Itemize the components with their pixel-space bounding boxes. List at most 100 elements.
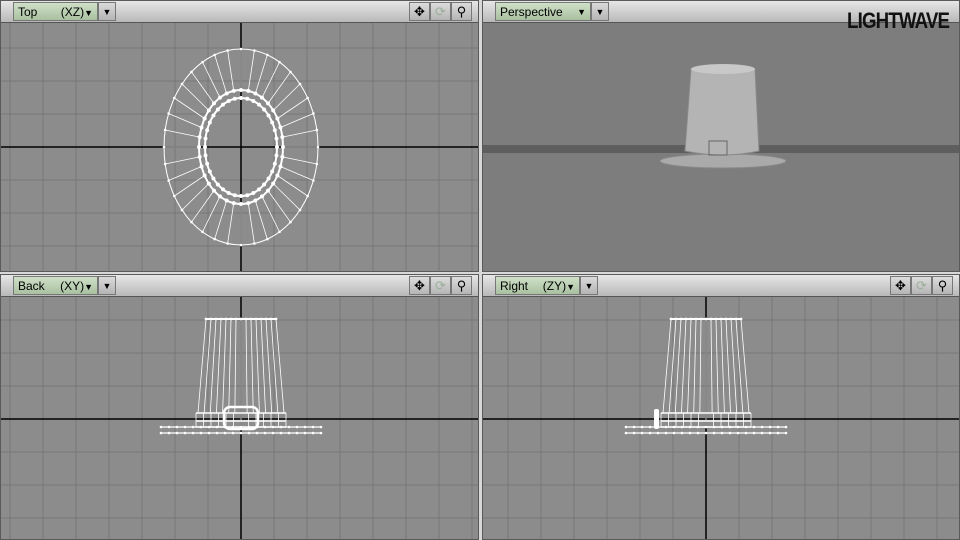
wire-edge <box>254 54 268 94</box>
lightwave-logo: LIGHTWAVE <box>846 8 950 33</box>
vertex <box>159 431 163 435</box>
viewport-header: Right (ZY)▼ ▼ ✥ ⟳ ⚲ <box>483 275 959 297</box>
rotate-view-icon[interactable]: ⟳ <box>911 276 932 295</box>
hat-brim <box>659 153 787 169</box>
vertex <box>672 431 676 435</box>
options-dropdown[interactable]: ▼ <box>98 2 116 21</box>
vertex <box>319 425 323 429</box>
viewport-right[interactable]: Right (ZY)▼ ▼ ✥ ⟳ ⚲ <box>482 274 960 540</box>
vertex <box>696 425 700 429</box>
vertex <box>199 425 203 429</box>
chevron-down-icon: ▼ <box>566 281 575 292</box>
vertex <box>712 425 716 429</box>
right-view-canvas[interactable] <box>483 297 960 540</box>
vertex <box>287 431 291 435</box>
vertex <box>303 425 307 429</box>
buckle <box>654 409 659 429</box>
wire-edge <box>222 318 227 414</box>
vertex <box>784 425 788 429</box>
vertex <box>640 425 644 429</box>
view-type-dropdown[interactable]: Perspective ▼ <box>495 2 591 21</box>
wire-edge <box>202 196 221 233</box>
move-view-icon[interactable]: ✥ <box>409 276 430 295</box>
wire-edge <box>282 156 317 165</box>
zoom-view-icon[interactable]: ⚲ <box>932 276 953 295</box>
vertex <box>624 425 628 429</box>
vertex <box>311 431 315 435</box>
vertex <box>263 425 267 429</box>
vertex <box>744 431 748 435</box>
vertex <box>672 425 676 429</box>
wire-edge <box>280 113 314 128</box>
wire-edge <box>165 129 200 138</box>
vertex <box>271 431 275 435</box>
vertex <box>295 425 299 429</box>
vertex <box>704 425 708 429</box>
hat-top <box>691 64 755 74</box>
vertex <box>776 431 780 435</box>
vertex <box>271 425 275 429</box>
wire-edge <box>265 318 273 414</box>
wire-edge <box>234 318 237 414</box>
wire-edge <box>209 318 217 414</box>
wire-edge <box>681 318 687 414</box>
wire-edge <box>261 196 280 233</box>
wire-edge <box>174 97 205 119</box>
vertex <box>255 431 259 435</box>
wire-edge <box>227 203 235 244</box>
wire-edge <box>214 200 228 240</box>
wire-edge <box>693 318 697 414</box>
perspective-view-canvas[interactable] <box>483 23 960 272</box>
options-dropdown[interactable]: ▼ <box>98 276 116 295</box>
wire-edge <box>247 203 255 244</box>
wire-edge <box>214 54 228 94</box>
vertex <box>167 431 171 435</box>
chevron-down-icon: ▼ <box>84 7 93 18</box>
viewport-top[interactable]: Top (XZ)▼ ▼ ✥ ⟳ ⚲ <box>0 0 479 272</box>
vertex <box>696 431 700 435</box>
vertex <box>768 425 772 429</box>
axes-label: (XY) <box>60 278 85 293</box>
vertex <box>159 425 163 429</box>
wire-edge <box>228 318 232 414</box>
wire-edge <box>260 318 266 414</box>
zoom-view-icon[interactable]: ⚲ <box>451 2 472 21</box>
vertex <box>752 431 756 435</box>
vertex <box>263 431 267 435</box>
view-label: Top <box>18 4 38 19</box>
wire-edge <box>168 113 202 128</box>
vertex <box>664 425 668 429</box>
view-type-dropdown[interactable]: Top (XZ)▼ <box>13 2 98 21</box>
vertex <box>183 425 187 429</box>
view-type-dropdown[interactable]: Right (ZY)▼ <box>495 276 580 295</box>
viewport-back[interactable]: Back (XY)▼ ▼ ✥ ⟳ ⚲ <box>0 274 479 540</box>
view-type-dropdown[interactable]: Back (XY)▼ <box>13 276 98 295</box>
wire-edge <box>202 61 221 98</box>
top-view-canvas[interactable] <box>1 23 479 272</box>
vertex <box>768 431 772 435</box>
vertex <box>648 425 652 429</box>
vertex <box>728 431 732 435</box>
vertex <box>287 425 291 429</box>
move-view-icon[interactable]: ✥ <box>409 2 430 21</box>
wire-edge <box>267 190 291 223</box>
wire-edge <box>267 71 291 104</box>
rotate-view-icon[interactable]: ⟳ <box>430 2 451 21</box>
vertex <box>776 425 780 429</box>
hat-wireframe-side <box>159 317 323 435</box>
back-view-canvas[interactable] <box>1 297 479 540</box>
zoom-view-icon[interactable]: ⚲ <box>451 276 472 295</box>
viewport-perspective[interactable]: Perspective ▼ ▼ LIGHTWAVE <box>482 0 960 272</box>
move-view-icon[interactable]: ✥ <box>890 276 911 295</box>
options-dropdown[interactable]: ▼ <box>580 276 598 295</box>
options-dropdown[interactable]: ▼ <box>591 2 609 21</box>
wire-edge <box>174 175 205 197</box>
vertex <box>295 431 299 435</box>
wire-edge <box>191 71 215 104</box>
vertex <box>656 431 660 435</box>
chevron-down-icon: ▼ <box>84 281 93 292</box>
view-label: Perspective <box>500 4 563 19</box>
rotate-view-icon[interactable]: ⟳ <box>430 276 451 295</box>
vertex <box>744 425 748 429</box>
view-label: Back <box>18 278 45 293</box>
